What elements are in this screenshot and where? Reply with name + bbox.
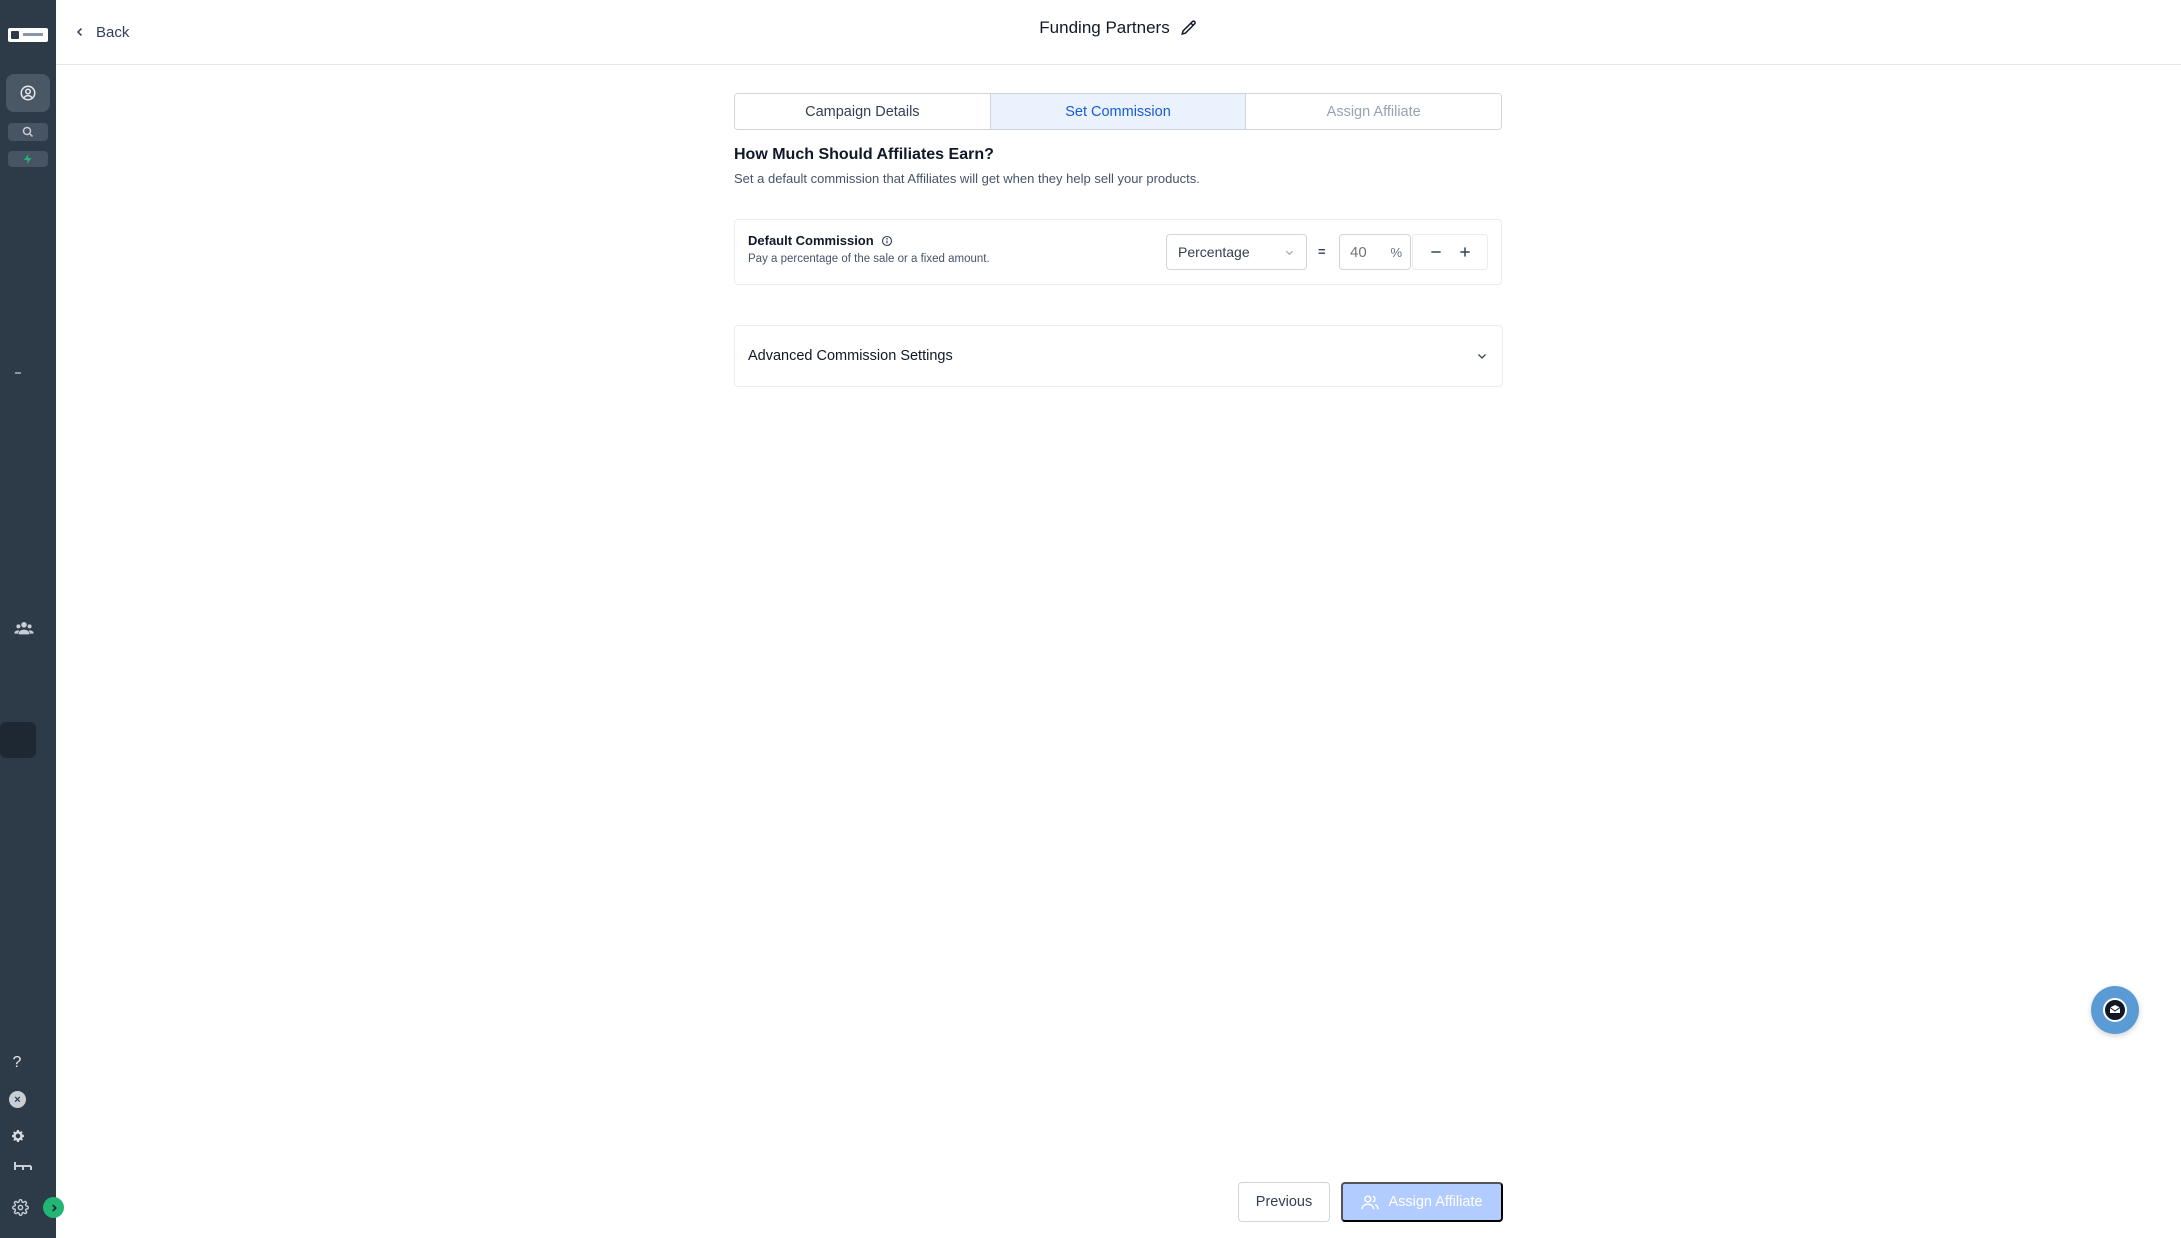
search-icon (22, 126, 34, 138)
sidebar-quick-actions-button[interactable] (8, 151, 48, 167)
title-group: Funding Partners (56, 18, 2181, 38)
assign-affiliate-button[interactable]: Assign Affiliate (1341, 1182, 1503, 1222)
equals-sign: = (1318, 244, 1326, 259)
advanced-commission-settings-label: Advanced Commission Settings (748, 348, 953, 364)
minus-icon (1430, 251, 1441, 253)
top-bar: Back Funding Partners (56, 0, 2181, 65)
close-icon: × (14, 1093, 21, 1106)
sidebar-account-button[interactable] (6, 74, 50, 112)
app-sidebar: ? × (0, 0, 64, 1238)
commission-amount-field[interactable]: % (1339, 234, 1411, 270)
decrease-button[interactable] (1424, 240, 1448, 264)
help-icon: ? (12, 1054, 22, 1071)
default-commission-label: Default Commission (748, 233, 874, 248)
wizard-steps: Campaign Details Set Commission Assign A… (734, 93, 1502, 130)
commission-unit-label: % (1390, 244, 1402, 260)
commission-type-select[interactable]: Percentage (1166, 234, 1307, 270)
tab-campaign-details[interactable]: Campaign Details (735, 94, 991, 129)
tool-icon (14, 1162, 32, 1170)
gear-icon (12, 1130, 24, 1142)
sidebar-search-button[interactable] (8, 123, 48, 141)
back-button[interactable]: Back (74, 18, 129, 46)
users-group-icon (14, 622, 34, 635)
envelope-icon (2109, 1005, 2121, 1013)
previous-button[interactable]: Previous (1238, 1182, 1330, 1222)
assign-affiliate-label: Assign Affiliate (1388, 1194, 1483, 1210)
chevron-left-icon (76, 27, 83, 37)
tab-assign-affiliate[interactable]: Assign Affiliate (1246, 94, 1501, 129)
chevron-down-icon (1285, 250, 1294, 255)
help-button[interactable]: ? (6, 1052, 28, 1074)
sidebar-divider (15, 372, 21, 374)
default-commission-card: Default Commission Pay a percentage of t… (734, 219, 1502, 285)
edit-title-button[interactable] (1180, 19, 1198, 37)
increase-button[interactable] (1453, 240, 1477, 264)
expand-sidebar-button[interactable] (43, 1197, 64, 1218)
users-icon (1361, 1195, 1380, 1210)
brand-logo[interactable] (8, 28, 48, 42)
sidebar-preferences-button[interactable] (9, 1196, 31, 1218)
chevron-down-icon (1478, 354, 1486, 359)
default-commission-label-row: Default Commission (748, 233, 893, 248)
sidebar-settings-button[interactable] (7, 1125, 29, 1147)
tab-set-commission[interactable]: Set Commission (990, 94, 1247, 129)
lightning-bolt-icon (24, 154, 32, 164)
advanced-commission-settings-toggle[interactable]: Advanced Commission Settings (734, 325, 1503, 387)
default-commission-description: Pay a percentage of the sale or a fixed … (748, 253, 990, 265)
sidebar-workspace-tile[interactable] (0, 722, 36, 758)
commission-amount-input[interactable] (1350, 243, 1386, 261)
commission-type-value: Percentage (1178, 244, 1250, 260)
info-icon[interactable] (881, 235, 893, 247)
sidebar-tools-button[interactable] (12, 1158, 34, 1174)
chevron-right-icon (51, 1203, 57, 1212)
chat-icon (2103, 998, 2127, 1022)
user-circle-icon (20, 85, 36, 101)
page-title: Funding Partners (1039, 18, 1170, 37)
back-label: Back (96, 23, 130, 41)
gear-outline-icon (11, 1198, 29, 1216)
section-description: Set a default commission that Affiliates… (734, 171, 1200, 186)
support-chat-button[interactable] (2091, 986, 2139, 1034)
commission-amount-stepper (1412, 234, 1488, 270)
sidebar-affiliates-button[interactable] (12, 618, 36, 638)
pencil-icon (1180, 20, 1196, 36)
plus-icon (1459, 247, 1470, 257)
close-circle-button[interactable]: × (9, 1091, 26, 1108)
section-heading: How Much Should Affiliates Earn? (734, 146, 994, 163)
